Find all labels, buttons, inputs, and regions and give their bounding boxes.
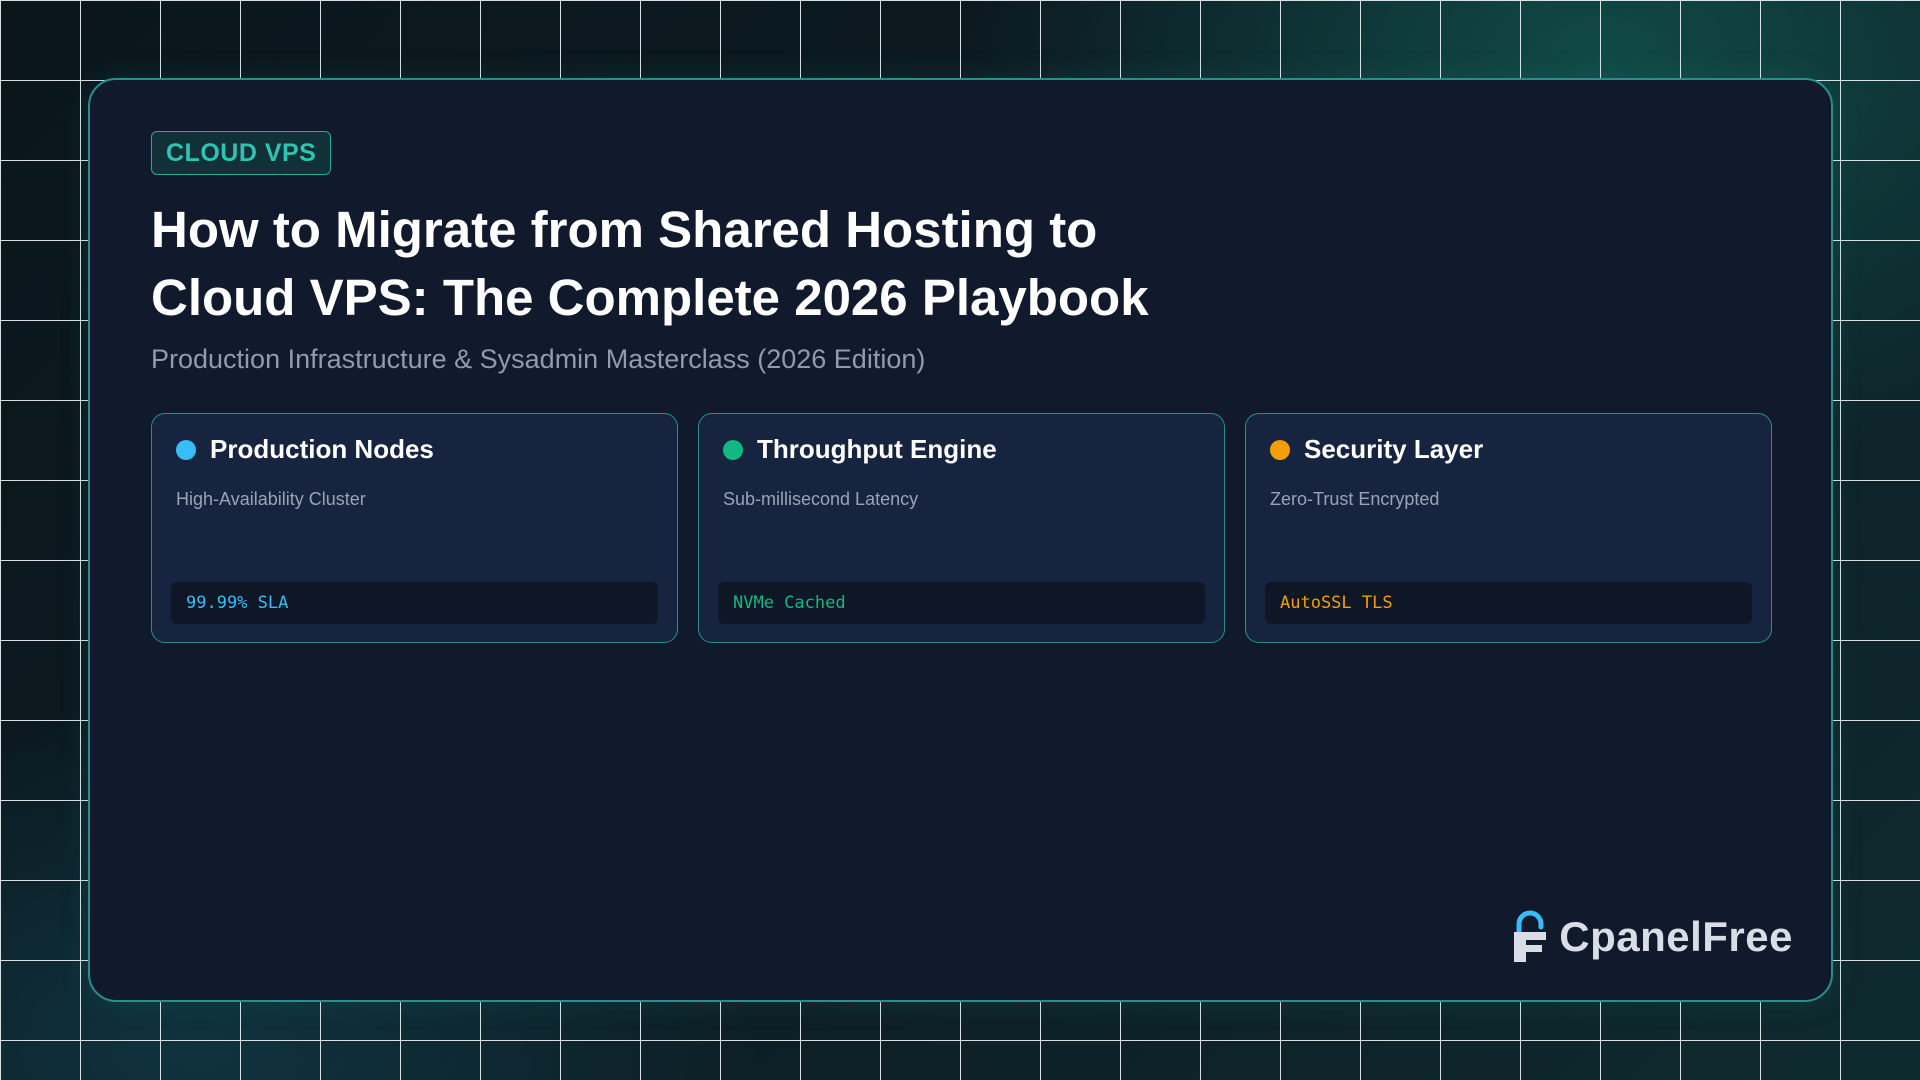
feature-card-production-nodes: Production Nodes High-Availability Clust…	[151, 413, 678, 643]
page-title: How to Migrate from Shared Hosting to Cl…	[151, 201, 1149, 326]
dot-icon	[1270, 439, 1290, 460]
feature-description: High-Availability Cluster	[176, 489, 366, 509]
padlock-logo-icon	[1514, 910, 1547, 962]
feature-code-chip: AutoSSL TLS	[1265, 582, 1752, 624]
brand-logo: CpanelFree	[1509, 910, 1793, 964]
feature-title: Security Layer	[1304, 434, 1484, 464]
hero-card: CLOUD VPS How to Migrate from Shared Hos…	[88, 78, 1833, 1002]
feature-title: Production Nodes	[210, 434, 434, 464]
dot-icon	[723, 439, 743, 460]
category-badge: CLOUD VPS	[151, 131, 332, 175]
feature-card-security-layer: Security Layer Zero-Trust Encrypted Auto…	[1245, 413, 1772, 643]
feature-title: Throughput Engine	[757, 434, 997, 464]
feature-cards: Production Nodes High-Availability Clust…	[151, 413, 1772, 643]
feature-description: Sub-millisecond Latency	[723, 489, 919, 509]
feature-description: Zero-Trust Encrypted	[1270, 489, 1440, 509]
feature-header: Throughput Engine	[723, 434, 997, 465]
feature-code-chip: NVMe Cached	[718, 582, 1205, 624]
page-subtitle: Production Infrastructure & Sysadmin Mas…	[151, 344, 926, 374]
feature-card-throughput-engine: Throughput Engine Sub-millisecond Latenc…	[698, 413, 1225, 643]
feature-header: Production Nodes	[176, 434, 434, 465]
dot-icon	[176, 439, 196, 460]
brand-logo-text: CpanelFree	[1559, 913, 1793, 960]
feature-header: Security Layer	[1270, 434, 1483, 465]
feature-code-chip: 99.99% SLA	[171, 582, 658, 624]
